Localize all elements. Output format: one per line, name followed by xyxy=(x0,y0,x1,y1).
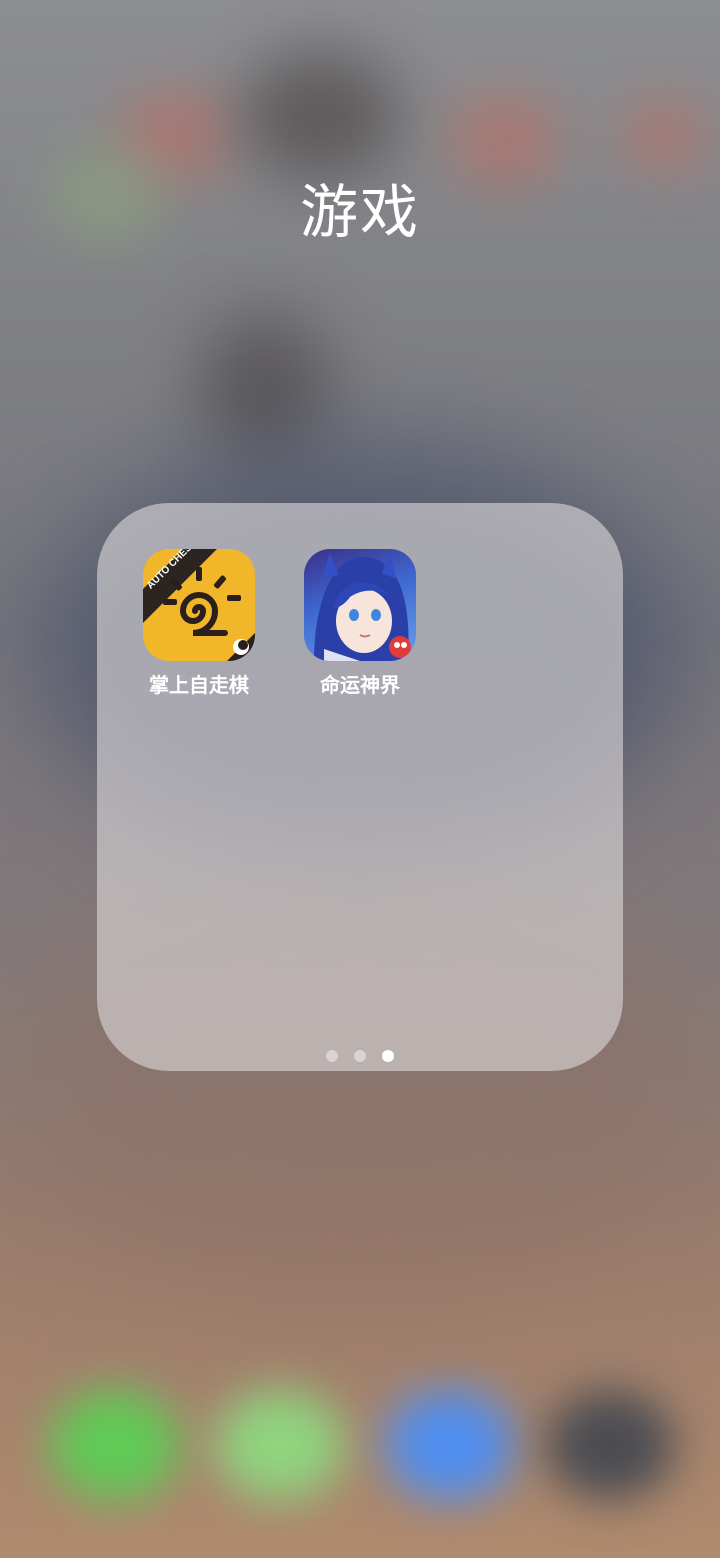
folder-title[interactable]: 游戏 xyxy=(0,165,720,249)
camera-icon[interactable] xyxy=(545,1390,675,1500)
folder-panel: AUTO CHESS 掌上自走棋 命运神界 xyxy=(97,503,623,1071)
app-label: 掌上自走棋 xyxy=(149,673,249,697)
page-indicator[interactable] xyxy=(0,1050,720,1062)
phone-icon[interactable] xyxy=(50,1390,180,1500)
app-label: 命运神界 xyxy=(320,673,400,697)
page-dot[interactable] xyxy=(354,1050,366,1062)
auto-chess-icon[interactable]: AUTO CHESS xyxy=(143,549,255,661)
messages-icon[interactable] xyxy=(215,1390,345,1500)
safari-icon[interactable] xyxy=(385,1390,515,1500)
page-dot[interactable] xyxy=(326,1050,338,1062)
page-dot-active[interactable] xyxy=(382,1050,394,1062)
destiny-realm-icon[interactable] xyxy=(304,549,416,661)
